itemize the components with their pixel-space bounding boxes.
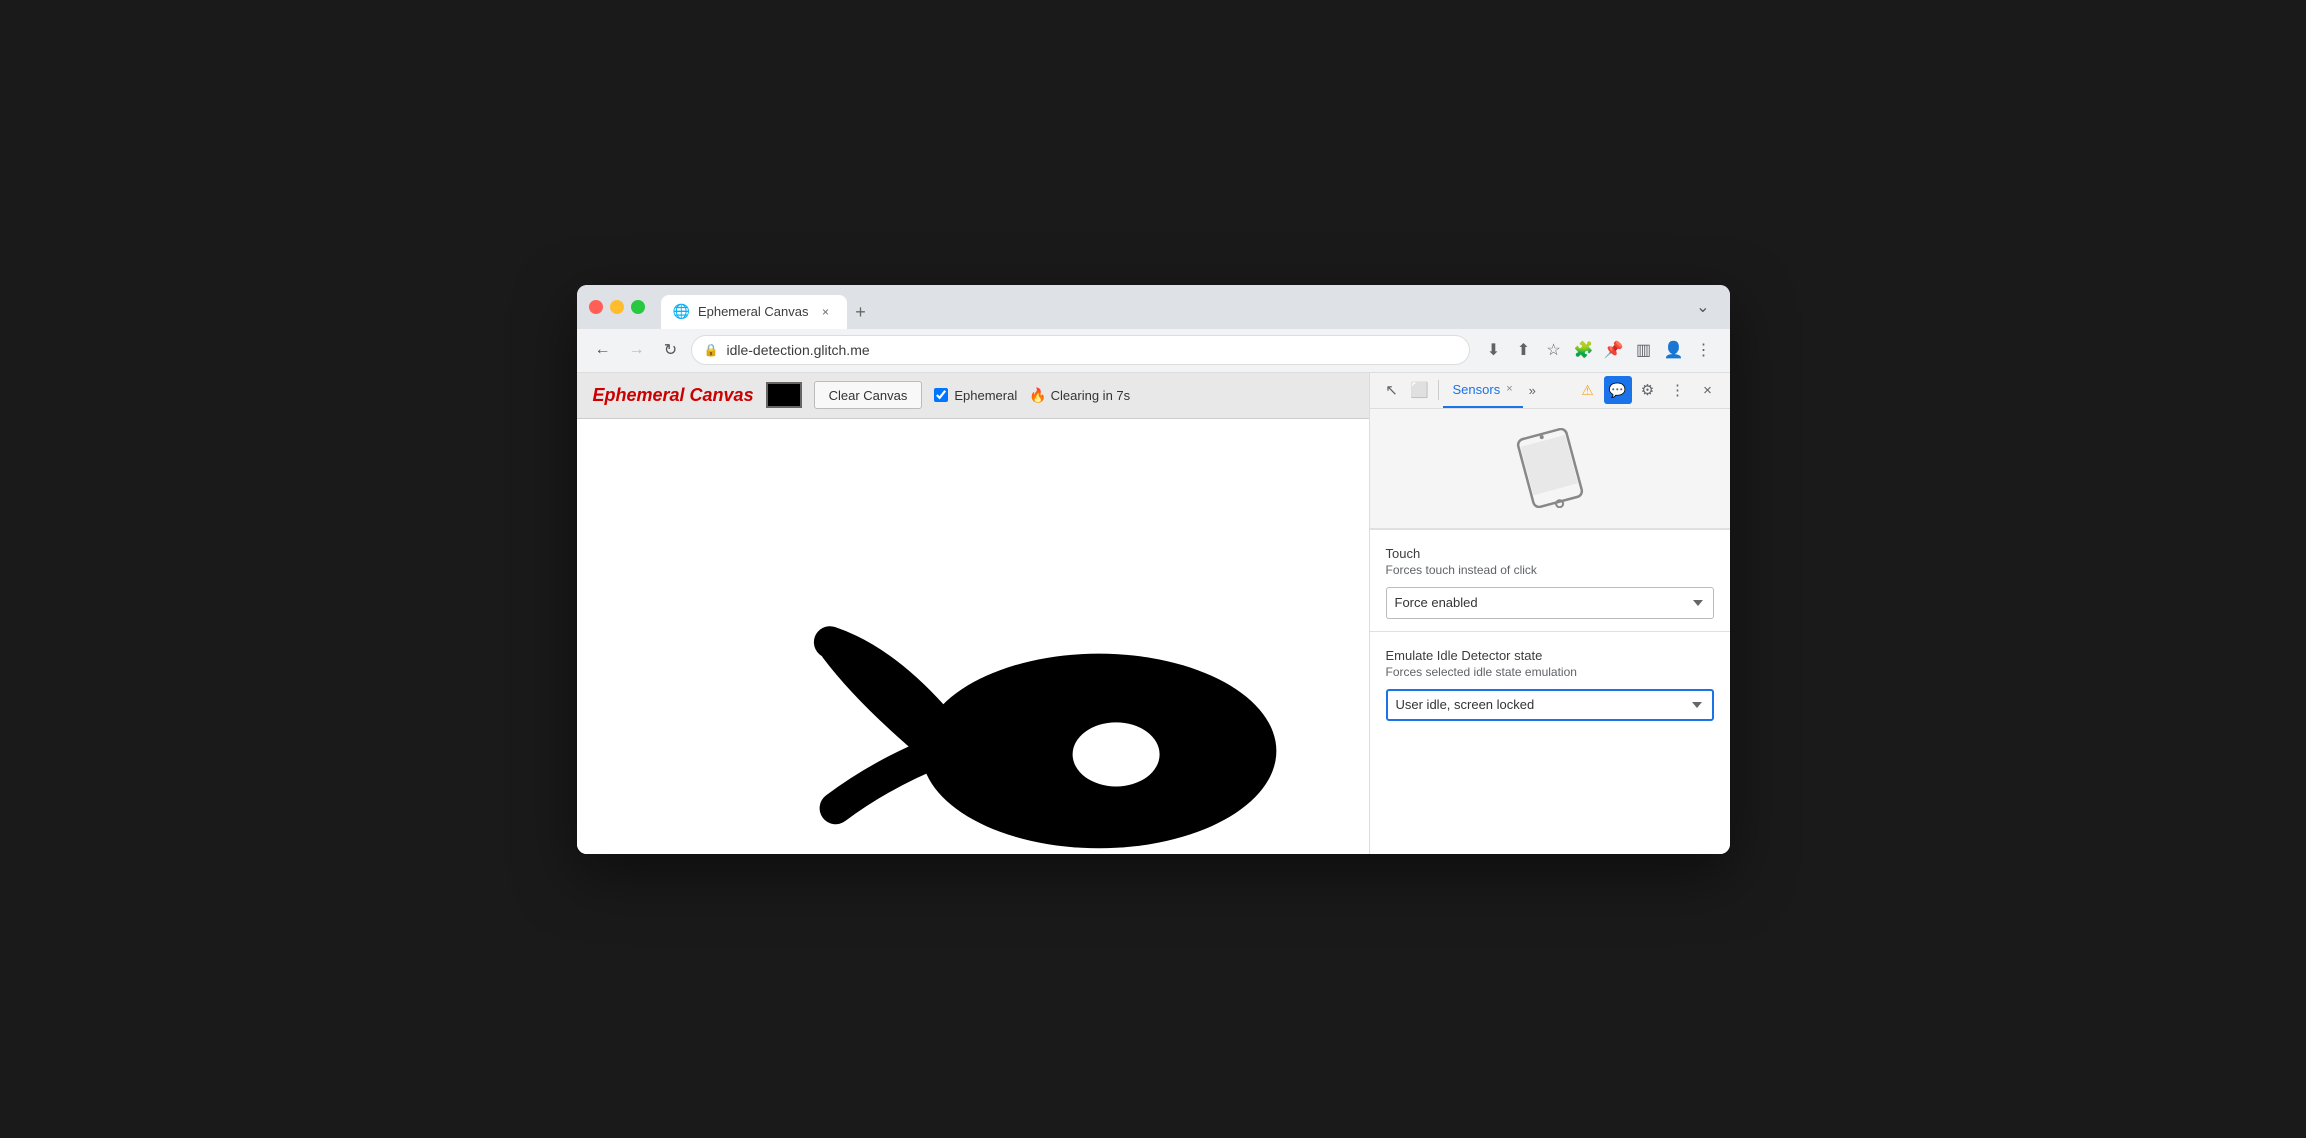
bookmark-button[interactable]: ☆ [1540,336,1568,364]
minimize-button[interactable] [610,300,624,314]
clear-canvas-button[interactable]: Clear Canvas [814,381,923,409]
tab-label: Ephemeral Canvas [698,304,809,319]
inspector-tool-button[interactable]: ⬜ [1406,376,1434,404]
active-tab[interactable]: 🌐 Ephemeral Canvas × [661,295,847,329]
clearing-text: Clearing in 7s [1051,388,1131,403]
ephemeral-checkbox[interactable] [934,388,948,402]
devtools-more-tabs[interactable]: » [1523,379,1542,402]
traffic-lights [589,300,645,314]
back-button[interactable]: ← [589,336,617,364]
devtools-tabs: ↖ ⬜ Sensors × » ⚠ 💬 [1370,373,1730,409]
settings-button[interactable]: ⚙ [1634,376,1662,404]
tab-dropdown-button[interactable]: ⌄ [1688,293,1717,321]
address-bar[interactable]: 🔒 idle-detection.glitch.me [691,335,1470,365]
touch-title: Touch [1386,546,1714,561]
browser-window: 🌐 Ephemeral Canvas × + ⌄ ← → ↻ 🔒 idle-de… [577,285,1730,854]
settings-icon: ⚙ [1641,381,1654,399]
new-tab-button[interactable]: + [847,299,875,327]
account-button[interactable]: 👤 [1660,336,1688,364]
devtools-menu-icon: ⋮ [1670,381,1685,399]
devtools-right-icons: ⚠ 💬 ⚙ ⋮ × [1574,376,1722,404]
close-button[interactable] [589,300,603,314]
chrome-menu-button[interactable]: ⋮ [1690,336,1718,364]
color-swatch[interactable] [766,382,802,408]
devtools-content: Touch Forces touch instead of click Forc… [1370,409,1730,854]
devtools-menu-button[interactable]: ⋮ [1664,376,1692,404]
page-area: Ephemeral Canvas Clear Canvas Ephemeral … [577,373,1370,854]
main-area: Ephemeral Canvas Clear Canvas Ephemeral … [577,373,1730,854]
close-devtools-icon: × [1703,382,1712,399]
tab-bar-right: ⌄ [1688,293,1717,321]
forward-icon: → [629,341,645,359]
ephemeral-checkbox-group: Ephemeral [934,388,1017,403]
cursor-tool-button[interactable]: ↖ [1378,376,1406,404]
download-button[interactable]: ⬇ [1480,336,1508,364]
sidebar-button[interactable]: ▥ [1630,336,1658,364]
touch-section: Touch Forces touch instead of click Forc… [1370,530,1730,631]
share-button[interactable]: ⬆ [1510,336,1538,364]
nav-bar: ← → ↻ 🔒 idle-detection.glitch.me ⬇ ⬆ ☆ 🧩… [577,329,1730,373]
nav-actions: ⬇ ⬆ ☆ 🧩 📌 ▥ 👤 ⋮ [1480,336,1718,364]
idle-title: Emulate Idle Detector state [1386,648,1714,663]
fire-icon: 🔥 [1029,387,1046,404]
inspector-icon: ⬜ [1410,381,1429,399]
address-text: idle-detection.glitch.me [726,342,1456,358]
title-bar: 🌐 Ephemeral Canvas × + ⌄ [577,285,1730,329]
page-toolbar: Ephemeral Canvas Clear Canvas Ephemeral … [577,373,1369,419]
tab-favicon-icon: 🌐 [673,303,690,320]
phone-tilt-svg [1490,428,1610,508]
canvas-area[interactable] [577,419,1369,854]
phone-illustration [1370,409,1730,529]
sensors-tab-close[interactable]: × [1506,383,1512,395]
refresh-button[interactable]: ↻ [657,336,685,364]
cursor-icon: ↖ [1385,381,1398,399]
pin-button[interactable]: 📌 [1600,336,1628,364]
tab-bar: 🌐 Ephemeral Canvas × + [661,285,1681,329]
chat-icon: 💬 [1609,382,1626,399]
tab-close-button[interactable]: × [817,303,835,321]
ephemeral-label: Ephemeral [954,388,1017,403]
canvas-drawing [577,419,1369,854]
sensors-tab[interactable]: Sensors × [1443,373,1523,408]
lock-icon: 🔒 [704,343,719,357]
forward-button[interactable]: → [623,336,651,364]
sensors-tab-label: Sensors [1453,382,1501,397]
extensions-button[interactable]: 🧩 [1570,336,1598,364]
warning-icon: ⚠ [1581,382,1594,399]
idle-section: Emulate Idle Detector state Forces selec… [1370,632,1730,733]
idle-select[interactable]: User idle, screen locked [1386,689,1714,721]
clearing-badge: 🔥 Clearing in 7s [1029,387,1130,404]
idle-subtitle: Forces selected idle state emulation [1386,665,1714,679]
touch-subtitle: Forces touch instead of click [1386,563,1714,577]
back-icon: ← [595,341,611,359]
console-button[interactable]: 💬 [1604,376,1632,404]
close-devtools-button[interactable]: × [1694,376,1722,404]
maximize-button[interactable] [631,300,645,314]
app-title: Ephemeral Canvas [593,385,754,406]
refresh-icon: ↻ [664,340,677,360]
warnings-button[interactable]: ⚠ [1574,376,1602,404]
touch-select[interactable]: Force enabled [1386,587,1714,619]
devtools-panel: ↖ ⬜ Sensors × » ⚠ 💬 [1370,373,1730,854]
